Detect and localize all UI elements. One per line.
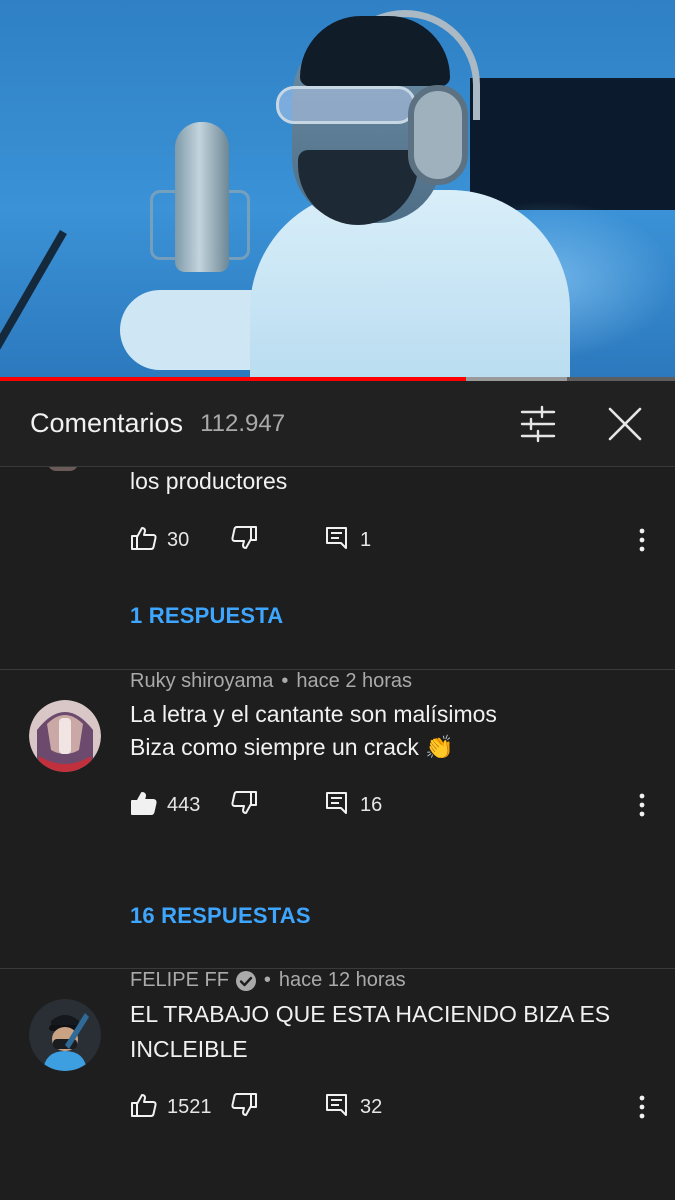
- more-options-icon[interactable]: [632, 1090, 652, 1124]
- dislike-button[interactable]: [230, 788, 258, 822]
- comment-icon: [323, 1091, 351, 1124]
- thumbs-down-icon: [230, 524, 258, 557]
- reply-count: 32: [360, 1095, 383, 1118]
- comment-time: hace 12 horas: [278, 969, 406, 991]
- close-icon[interactable]: [604, 403, 646, 445]
- comment-icon: [323, 524, 351, 557]
- comment-list[interactable]: los productores 30 1 1 RESPUESTA Ruky sh…: [0, 467, 675, 1200]
- comment-meta: Ruky shiroyama • hace 2 horas: [130, 670, 413, 693]
- thumbs-down-icon: [230, 789, 258, 822]
- view-replies-link[interactable]: 16 RESPUESTAS: [130, 903, 311, 929]
- comment-actions: 443 16: [130, 788, 660, 822]
- reply-button[interactable]: 32: [323, 1090, 382, 1124]
- like-button[interactable]: 443: [130, 788, 200, 822]
- comment-time: hace 2 horas: [296, 670, 413, 692]
- comment-text: los productores: [130, 468, 288, 494]
- video-player[interactable]: [0, 0, 675, 381]
- thumbs-up-filled-icon: [130, 789, 158, 822]
- comment-actions: 30 1: [130, 523, 660, 557]
- comments-count: 112.947: [200, 409, 286, 437]
- avatar[interactable]: [29, 999, 101, 1071]
- comment-line: Biza como siempre un crack 👏: [130, 734, 454, 760]
- like-count: 443: [167, 793, 201, 816]
- avatar[interactable]: [48, 467, 78, 471]
- comments-title: Comentarios: [30, 408, 184, 438]
- author-name[interactable]: FELIPE FF: [130, 969, 229, 992]
- comment-item: FELIPE FF • hace 12 horas EL TRABAJO QUE…: [0, 969, 675, 1200]
- dislike-button[interactable]: [230, 1090, 258, 1124]
- like-count: 1521: [167, 1095, 212, 1118]
- comment-meta: FELIPE FF • hace 12 horas: [130, 969, 406, 992]
- comments-header: Comentarios 112.947: [0, 381, 675, 467]
- sliders-icon[interactable]: [518, 405, 558, 443]
- comment-item: Ruky shiroyama • hace 2 horas La letra y…: [0, 670, 675, 968]
- comment-line: INCLEIBLE: [130, 1036, 248, 1062]
- thumbs-down-icon: [230, 1091, 258, 1124]
- comment-actions: 1521 32: [130, 1090, 660, 1124]
- like-count: 30: [167, 528, 190, 551]
- verified-check-icon: [235, 970, 256, 991]
- view-replies-link[interactable]: 1 RESPUESTA: [130, 603, 283, 629]
- dislike-button[interactable]: [230, 523, 258, 557]
- reply-button[interactable]: 16: [323, 788, 382, 822]
- studio-microphone: [175, 122, 229, 272]
- comment-item: los productores 30 1 1 RESPUESTA: [0, 467, 675, 670]
- reply-button[interactable]: 1: [323, 523, 371, 557]
- reply-count: 16: [360, 793, 383, 816]
- like-button[interactable]: 1521: [130, 1090, 212, 1124]
- thumbs-up-icon: [130, 524, 158, 557]
- background-monitor: [470, 78, 675, 210]
- sunglasses: [276, 86, 416, 124]
- comment-line: La letra y el cantante son malísimos: [130, 701, 497, 727]
- reply-count: 1: [360, 528, 372, 551]
- more-options-icon[interactable]: [632, 788, 652, 822]
- author-name[interactable]: Ruky shiroyama: [130, 670, 273, 693]
- headphones: [408, 85, 468, 185]
- thumbs-up-icon: [130, 1091, 158, 1124]
- more-options-icon[interactable]: [632, 523, 652, 557]
- comment-icon: [323, 789, 351, 822]
- avatar[interactable]: [29, 700, 101, 772]
- mic-stand: [0, 230, 67, 381]
- singer-jacket: [250, 190, 570, 381]
- like-button[interactable]: 30: [130, 523, 189, 557]
- comment-text: La letra y el cantante son malísimos Biz…: [130, 698, 640, 764]
- comment-line: EL TRABAJO QUE ESTA HACIENDO BIZA ES: [130, 1001, 611, 1027]
- comment-text: EL TRABAJO QUE ESTA HACIENDO BIZA ES INC…: [130, 997, 640, 1067]
